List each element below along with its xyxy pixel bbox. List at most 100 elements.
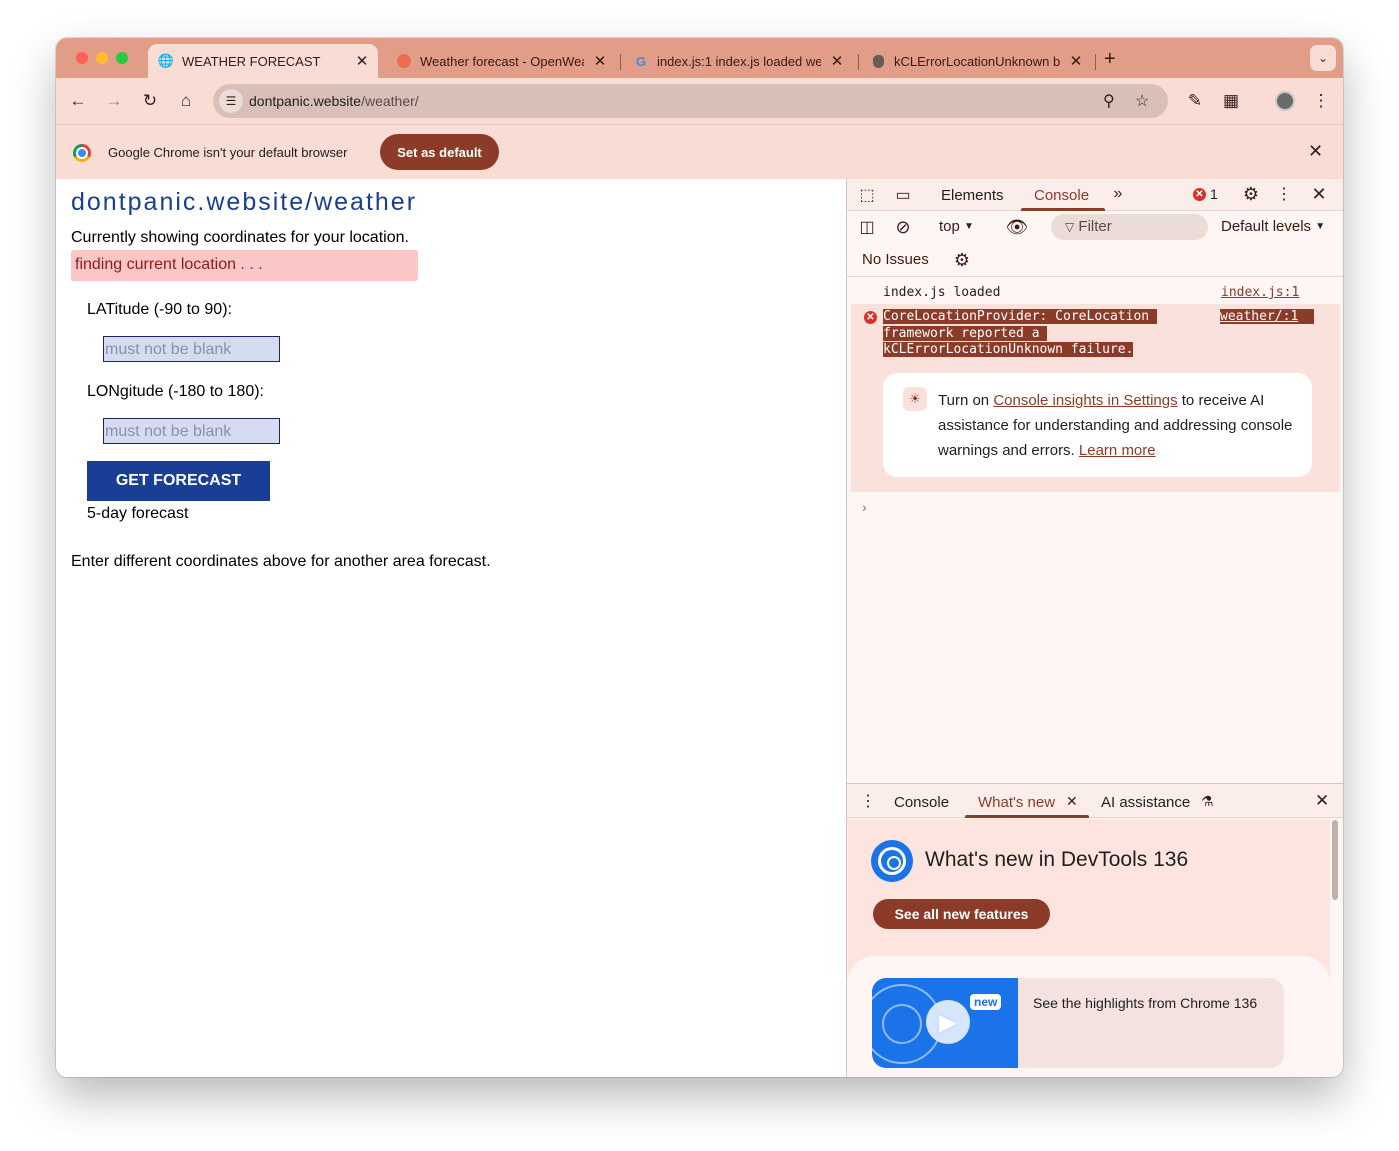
latitude-input[interactable]: [103, 336, 280, 362]
devtools-logo-icon: [871, 840, 913, 882]
tab-google-search[interactable]: G index.js:1 index.js loaded wea ✕: [623, 44, 853, 78]
console-log-message: index.js loaded: [883, 285, 1001, 300]
levels-select[interactable]: Default levels ▼: [1221, 218, 1325, 235]
dropdown-arrow-icon: ▼: [1315, 221, 1326, 232]
new-badge: new: [970, 994, 1002, 1010]
kebab-menu-icon[interactable]: ⋮: [1276, 184, 1292, 204]
browser-window: 🌐 WEATHER FORECAST ✕ Weather forecast - …: [56, 38, 1343, 1077]
tab-close-icon[interactable]: ✕: [1068, 52, 1084, 70]
dropdown-arrow-icon: ▼: [964, 221, 974, 232]
url-path: /weather/: [361, 93, 419, 109]
chrome-logo-icon: [73, 144, 91, 162]
filter-input[interactable]: ▽ Filter: [1051, 214, 1208, 240]
tab-title: index.js:1 index.js loaded wea: [657, 53, 821, 69]
highlights-text: See the highlights from Chrome 136: [1033, 995, 1258, 1011]
console-insights-settings-link[interactable]: Console insights in Settings: [993, 392, 1177, 409]
tab-console[interactable]: Console: [1034, 187, 1089, 204]
latitude-label: LATitude (-90 to 90):: [87, 301, 232, 318]
url-text[interactable]: dontpanic.website/weather/: [249, 93, 419, 109]
console-error-entry: ✕ CoreLocationProvider: CoreLocation fra…: [851, 304, 1340, 492]
console-insights-card: ☀ Turn on Console insights in Settings t…: [883, 373, 1312, 477]
profile-avatar[interactable]: [1273, 89, 1297, 113]
tab-apple-docs[interactable]: kCLErrorLocationUnknown be ✕: [860, 44, 1092, 78]
drawer-menu-icon[interactable]: ⋮: [860, 792, 876, 810]
error-icon: ✕: [1193, 187, 1206, 201]
see-all-new-features-button[interactable]: See all new features: [873, 899, 1050, 929]
openweather-icon: [396, 53, 412, 69]
location-pin-icon[interactable]: ⚲: [1103, 91, 1115, 111]
footer-note: Enter different coordinates above for an…: [71, 553, 491, 570]
tab-weather-forecast[interactable]: 🌐 WEATHER FORECAST ✕: [148, 44, 378, 78]
tab-title: Weather forecast - OpenWeat: [420, 53, 584, 69]
whats-new-title: What's new in DevTools 136: [925, 848, 1189, 871]
new-tab-plus-icon[interactable]: +: [1104, 48, 1116, 71]
site-settings-tune-icon[interactable]: ☰: [219, 89, 243, 113]
drawer-tab-ai-assistance[interactable]: AI assistance: [1101, 794, 1190, 811]
console-error-message[interactable]: CoreLocationProvider: CoreLocation frame…: [883, 309, 1193, 359]
close-devtools-icon[interactable]: ✕: [1309, 184, 1329, 204]
close-window-button[interactable]: [76, 52, 88, 64]
error-source-link[interactable]: weather/:1: [1220, 309, 1315, 324]
kebab-menu-icon[interactable]: ⋮: [1309, 89, 1333, 113]
set-as-default-button[interactable]: Set as default: [380, 134, 499, 170]
minimize-window-button[interactable]: [96, 52, 108, 64]
error-count-badge[interactable]: ✕ 1: [1193, 186, 1218, 202]
tab-openweather[interactable]: Weather forecast - OpenWeat ✕: [386, 44, 616, 78]
web-page: dontpanic.website/weather Currently show…: [56, 179, 846, 1077]
more-tabs-chevron-icon[interactable]: »: [1109, 184, 1127, 204]
longitude-input[interactable]: [103, 418, 280, 444]
console-settings-gear-icon[interactable]: ⚙: [951, 249, 973, 271]
google-icon: G: [635, 53, 647, 69]
console-prompt-chevron-icon[interactable]: ›: [862, 499, 867, 515]
highlights-section: ▶ new See the highlights from Chrome 136: [847, 956, 1330, 1077]
highlights-video-card[interactable]: ▶ new See the highlights from Chrome 136: [872, 978, 1284, 1068]
error-icon: ✕: [864, 311, 877, 324]
forward-arrow-icon[interactable]: →: [102, 89, 126, 113]
issues-bar: No Issues ⚙: [847, 244, 1343, 277]
globe-icon: 🌐: [157, 53, 175, 68]
error-count: 1: [1210, 186, 1218, 202]
tab-close-icon[interactable]: ✕: [354, 52, 370, 70]
close-drawer-icon[interactable]: ✕: [1315, 791, 1329, 811]
infobar-message: Google Chrome isn't your default browser: [108, 145, 348, 160]
play-icon[interactable]: ▶: [926, 1000, 970, 1044]
lightbulb-sparkle-icon: ☀: [903, 387, 927, 411]
tab-close-icon[interactable]: ✕: [592, 52, 608, 70]
tab-elements[interactable]: Elements: [941, 187, 1004, 204]
sidebar-toggle-icon[interactable]: ◫: [857, 217, 877, 237]
bookmark-star-icon[interactable]: ☆: [1135, 91, 1149, 111]
close-icon[interactable]: ✕: [1308, 141, 1323, 162]
inspect-element-icon[interactable]: ⬚: [857, 185, 877, 205]
drawer-scrollbar[interactable]: [1332, 820, 1338, 900]
url-host: dontpanic.website: [249, 93, 362, 109]
drawer-tabbar: ⋮ Console What's new ✕ AI assistance ⚗ ✕: [847, 784, 1343, 818]
tab-close-icon[interactable]: ✕: [829, 52, 845, 70]
clear-console-icon[interactable]: ⊘: [893, 217, 913, 237]
levels-value: Default levels: [1221, 218, 1312, 235]
gear-icon[interactable]: ⚙: [1241, 184, 1261, 204]
back-arrow-icon[interactable]: ←: [66, 89, 90, 113]
pen-extension-icon[interactable]: ✎: [1183, 89, 1207, 113]
log-source-link[interactable]: index.js:1: [1221, 285, 1299, 300]
extensions-puzzle-icon[interactable]: ▦: [1219, 89, 1243, 113]
get-forecast-button[interactable]: GET FORECAST: [87, 461, 270, 501]
issues-text[interactable]: No Issues: [862, 251, 929, 268]
window-controls: [76, 52, 128, 64]
insight-text: Turn on Console insights in Settings to …: [938, 388, 1298, 463]
eye-icon[interactable]: 👁: [1005, 216, 1029, 238]
tab-title: kCLErrorLocationUnknown be: [894, 53, 1060, 69]
home-icon[interactable]: ⌂: [174, 89, 198, 113]
drawer-tab-whats-new[interactable]: What's new: [978, 794, 1055, 811]
filter-funnel-icon: ▽: [1065, 220, 1075, 234]
device-toolbar-icon[interactable]: ▭: [893, 185, 913, 205]
tab-title: WEATHER FORECAST: [182, 53, 321, 69]
reload-icon[interactable]: ↻: [138, 89, 162, 113]
drawer-tab-console[interactable]: Console: [894, 794, 949, 811]
video-thumbnail: ▶ new: [872, 978, 1018, 1068]
zoom-window-button[interactable]: [116, 52, 128, 64]
close-tab-icon[interactable]: ✕: [1066, 793, 1078, 810]
tab-search-chevron-icon[interactable]: ⌄: [1310, 45, 1336, 71]
context-select[interactable]: top ▼: [939, 218, 974, 235]
address-bar[interactable]: ☰ dontpanic.website/weather/ ⚲ ☆: [213, 84, 1168, 118]
learn-more-link[interactable]: Learn more: [1079, 442, 1156, 459]
